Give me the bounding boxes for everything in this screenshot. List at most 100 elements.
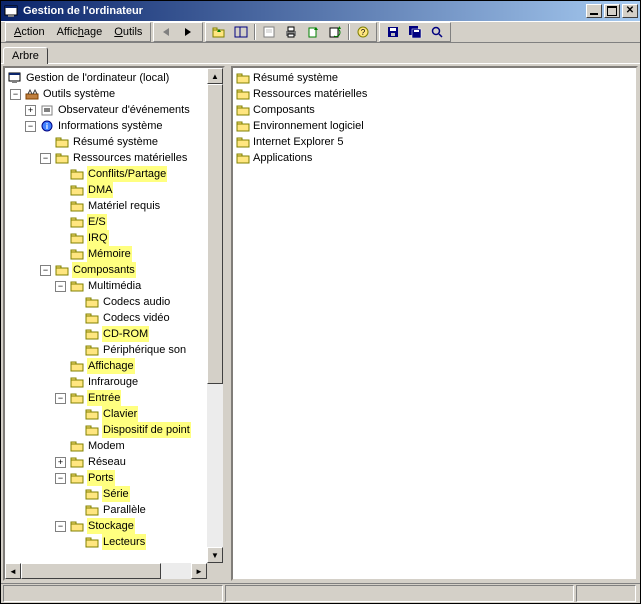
scroll-thumb[interactable]	[21, 563, 161, 579]
tree-entree[interactable]: −Entrée	[7, 390, 205, 406]
status-pane-3	[576, 585, 636, 602]
tree-dispositif-point[interactable]: Dispositif de point	[7, 422, 205, 438]
tree-stockage[interactable]: −Stockage	[7, 518, 205, 534]
minimize-button[interactable]	[586, 4, 602, 18]
save-button[interactable]	[382, 23, 404, 41]
tree-lecteurs[interactable]: Lecteurs	[7, 534, 205, 550]
scroll-thumb[interactable]	[207, 84, 223, 384]
print-button[interactable]	[280, 23, 302, 41]
list-item[interactable]: Applications	[235, 150, 634, 166]
tree-observateur[interactable]: + Observateur d'événements	[7, 102, 205, 118]
expander-minus-icon[interactable]: −	[40, 265, 51, 276]
tree-codecs-audio[interactable]: Codecs audio	[7, 294, 205, 310]
menubar: Action Affichage Outils ?	[1, 21, 640, 43]
expander-minus-icon[interactable]: −	[55, 521, 66, 532]
expander-minus-icon[interactable]: −	[55, 473, 66, 484]
list-item[interactable]: Environnement logiciel	[235, 118, 634, 134]
folder-icon	[69, 215, 85, 229]
tree-resume-systeme[interactable]: Résumé système	[7, 134, 205, 150]
close-button[interactable]	[622, 4, 638, 18]
tree-reseau[interactable]: +Réseau	[7, 454, 205, 470]
tree-outils-systeme[interactable]: − Outils système	[7, 86, 205, 102]
up-folder-button[interactable]	[208, 23, 230, 41]
folder-icon	[235, 103, 251, 117]
folder-icon	[84, 423, 100, 437]
expander-minus-icon[interactable]: −	[25, 121, 36, 132]
folder-icon	[69, 199, 85, 213]
save-all-button[interactable]	[404, 23, 426, 41]
tree-cdrom[interactable]: CD-ROM	[7, 326, 205, 342]
tree-es[interactable]: E/S	[7, 214, 205, 230]
export-button[interactable]	[302, 23, 324, 41]
tree[interactable]: Gestion de l'ordinateur (local) − Outils…	[5, 68, 207, 563]
tree-infrarouge[interactable]: Infrarouge	[7, 374, 205, 390]
splitter[interactable]	[225, 66, 229, 581]
vertical-scrollbar[interactable]: ▲ ▼	[207, 68, 223, 563]
folder-icon	[84, 487, 100, 501]
show-pane-button[interactable]	[230, 23, 252, 41]
tree-peripherique-son[interactable]: Périphérique son	[7, 342, 205, 358]
tree-clavier[interactable]: Clavier	[7, 406, 205, 422]
folder-icon	[69, 439, 85, 453]
tree-ressources-materielles[interactable]: − Ressources matérielles	[7, 150, 205, 166]
tree-parallele[interactable]: Parallèle	[7, 502, 205, 518]
list-item[interactable]: Internet Explorer 5	[235, 134, 634, 150]
tree-irq[interactable]: IRQ	[7, 230, 205, 246]
folder-icon	[84, 535, 100, 549]
folder-icon	[69, 391, 85, 405]
scroll-left-button[interactable]: ◄	[5, 563, 21, 579]
tree-dma[interactable]: DMA	[7, 182, 205, 198]
menu-affichage[interactable]: Affichage	[51, 25, 109, 39]
window: Gestion de l'ordinateur Action Affichage…	[0, 0, 641, 604]
scroll-up-button[interactable]: ▲	[207, 68, 223, 84]
scroll-down-button[interactable]: ▼	[207, 547, 223, 563]
list-item[interactable]: Composants	[235, 102, 634, 118]
list-item[interactable]: Résumé système	[235, 70, 634, 86]
content-panel: Résumé système Ressources matérielles Co…	[231, 66, 638, 581]
status-pane-1	[3, 585, 223, 602]
tree-multimedia[interactable]: −Multimédia	[7, 278, 205, 294]
tree-conflits-partage[interactable]: Conflits/Partage	[7, 166, 205, 182]
find-button[interactable]	[426, 23, 448, 41]
tree-modem[interactable]: Modem	[7, 438, 205, 454]
tree-materiel-requis[interactable]: Matériel requis	[7, 198, 205, 214]
status-pane-2	[225, 585, 574, 602]
statusbar	[1, 583, 640, 603]
refresh-button[interactable]	[324, 23, 346, 41]
expander-plus-icon[interactable]: +	[25, 105, 36, 116]
tree-codecs-video[interactable]: Codecs vidéo	[7, 310, 205, 326]
app-icon	[3, 3, 19, 19]
list-item[interactable]: Ressources matérielles	[235, 86, 634, 102]
properties-button[interactable]	[258, 23, 280, 41]
tree-root[interactable]: Gestion de l'ordinateur (local)	[7, 70, 205, 86]
expander-minus-icon[interactable]: −	[55, 393, 66, 404]
expander-minus-icon[interactable]: −	[10, 89, 21, 100]
folder-icon	[84, 311, 100, 325]
tree-ports[interactable]: −Ports	[7, 470, 205, 486]
forward-button[interactable]	[178, 23, 200, 41]
folder-icon	[69, 455, 85, 469]
back-button[interactable]	[156, 23, 178, 41]
tree-panel: Gestion de l'ordinateur (local) − Outils…	[3, 66, 225, 581]
tree-composants[interactable]: − Composants	[7, 262, 205, 278]
titlebar: Gestion de l'ordinateur	[1, 1, 640, 21]
help-button[interactable]: ?	[352, 23, 374, 41]
folder-icon	[69, 359, 85, 373]
toolbar-nav	[153, 22, 203, 42]
folder-icon	[69, 167, 85, 181]
svg-text:i: i	[46, 122, 48, 131]
expander-minus-icon[interactable]: −	[40, 153, 51, 164]
tree-informations-systeme[interactable]: − i Informations système	[7, 118, 205, 134]
expander-plus-icon[interactable]: +	[55, 457, 66, 468]
tree-affichage[interactable]: Affichage	[7, 358, 205, 374]
expander-minus-icon[interactable]: −	[55, 281, 66, 292]
scroll-right-button[interactable]: ►	[191, 563, 207, 579]
folder-icon	[69, 471, 85, 485]
tree-memoire[interactable]: Mémoire	[7, 246, 205, 262]
menu-outils[interactable]: Outils	[108, 25, 148, 39]
menu-action[interactable]: Action	[8, 25, 51, 39]
horizontal-scrollbar[interactable]: ◄ ►	[5, 563, 207, 579]
tab-arbre[interactable]: Arbre	[3, 47, 48, 64]
tree-serie[interactable]: Série	[7, 486, 205, 502]
maximize-button[interactable]	[604, 4, 620, 18]
